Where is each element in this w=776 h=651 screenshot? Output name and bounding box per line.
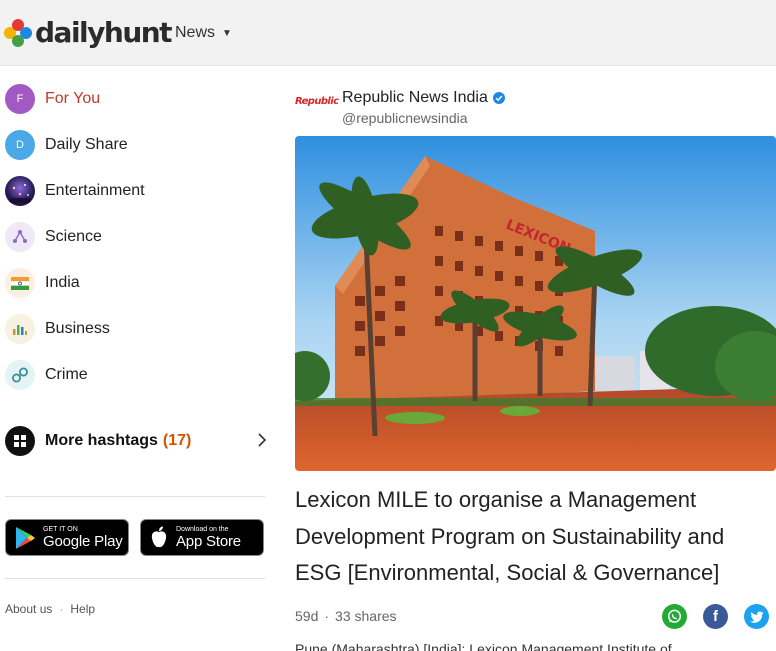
- sidebar-item-entertainment[interactable]: Entertainment: [5, 175, 145, 207]
- facebook-share-button[interactable]: f: [703, 604, 728, 629]
- for-you-avatar-icon: F: [5, 84, 35, 114]
- more-hashtags-count: (17): [162, 432, 192, 449]
- publisher-name[interactable]: Republic News India: [342, 89, 505, 107]
- app-store-big-text: App Store: [176, 532, 241, 550]
- sidebar-item-label: Science: [45, 228, 102, 245]
- sidebar-item-label: Daily Share: [45, 136, 128, 153]
- about-us-link[interactable]: About us: [5, 602, 52, 616]
- sidebar-item-business[interactable]: Business: [5, 313, 110, 345]
- article-age: 59d: [295, 608, 319, 624]
- chevron-right-icon: [257, 431, 267, 454]
- more-hashtags-label: More hashtags: [45, 432, 158, 449]
- top-bar: dailyhunt News ▼: [0, 0, 776, 66]
- apple-icon: [151, 526, 167, 547]
- facebook-icon: f: [713, 608, 718, 625]
- sidebar-item-india[interactable]: India: [5, 267, 80, 299]
- sidebar-divider: [5, 578, 265, 579]
- india-flag-icon: [5, 268, 35, 298]
- article-image[interactable]: LEXICON: [295, 136, 776, 471]
- more-hashtags-button[interactable]: More hashtags (17): [5, 426, 267, 456]
- sidebar-item-crime[interactable]: Crime: [5, 359, 88, 391]
- sidebar-item-daily-share[interactable]: D Daily Share: [5, 129, 128, 161]
- footer-links: About us · Help: [5, 602, 95, 616]
- dailyhunt-logo-mark-icon: [4, 19, 32, 47]
- publisher-handle[interactable]: @republicnewsindia: [342, 110, 468, 126]
- sidebar-item-label: Business: [45, 320, 110, 337]
- whatsapp-share-button[interactable]: [662, 604, 687, 629]
- article-headline[interactable]: Lexicon MILE to organise a Management De…: [295, 482, 765, 592]
- google-play-icon: [16, 526, 35, 549]
- twitter-icon: [749, 611, 763, 623]
- sidebar-item-label: Crime: [45, 366, 88, 383]
- news-dropdown-label: News: [175, 24, 216, 41]
- help-link[interactable]: Help: [70, 602, 95, 616]
- sidebar-item-label: Entertainment: [45, 182, 145, 199]
- handcuffs-icon: [5, 360, 35, 390]
- science-icon: [5, 222, 35, 252]
- sidebar-item-for-you[interactable]: F For You: [5, 83, 100, 115]
- whatsapp-icon: [667, 609, 682, 623]
- google-play-big-text: Google Play: [43, 532, 123, 550]
- twitter-share-button[interactable]: [744, 604, 769, 629]
- caret-down-icon: ▼: [222, 27, 232, 39]
- article-snippet[interactable]: Pune (Maharashtra) [India]: Lexicon Mana…: [295, 641, 776, 651]
- entertainment-icon: [5, 176, 35, 206]
- google-play-button[interactable]: GET IT ON Google Play: [5, 519, 129, 556]
- meta-separator: ·: [324, 608, 330, 624]
- app-store-button[interactable]: Download on the App Store: [140, 519, 264, 556]
- business-chart-icon: [5, 314, 35, 344]
- article-meta: 59d · 33 shares: [295, 608, 397, 624]
- sidebar-item-label: For You: [45, 90, 101, 107]
- verified-icon: [492, 92, 505, 104]
- footer-separator: ·: [59, 602, 64, 616]
- sidebar-divider: [5, 496, 265, 497]
- article-shares: 33 shares: [335, 608, 397, 624]
- publisher-logo[interactable]: Republic: [295, 96, 339, 114]
- sidebar-item-label: India: [45, 274, 80, 291]
- logo-text: dailyhunt: [35, 16, 173, 49]
- grid-icon: [5, 426, 35, 456]
- dailyhunt-logo[interactable]: dailyhunt: [4, 14, 173, 52]
- sidebar-item-science[interactable]: Science: [5, 221, 102, 253]
- daily-share-avatar-icon: D: [5, 130, 35, 160]
- news-dropdown[interactable]: News ▼: [175, 24, 232, 42]
